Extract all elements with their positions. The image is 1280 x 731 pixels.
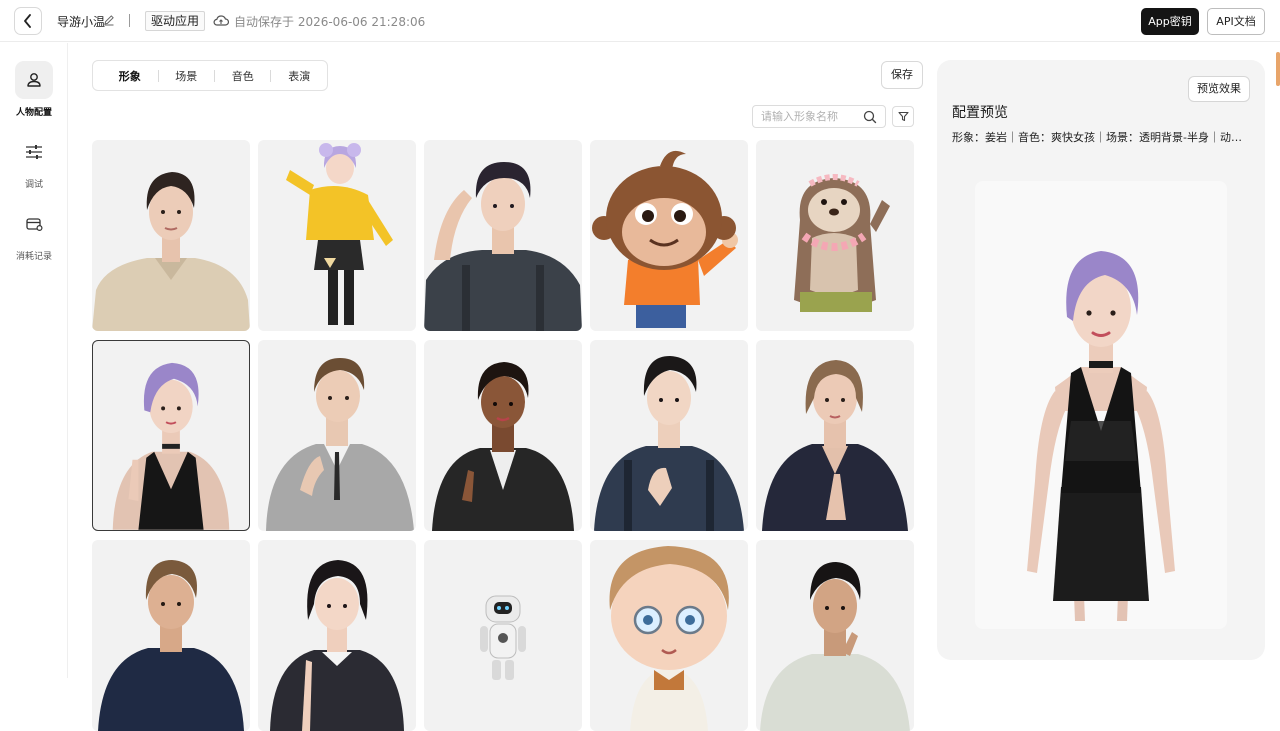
avatar-cartoon-monkey-image (592, 150, 738, 328)
avatar-card[interactable] (590, 140, 748, 331)
panel-title: 配置预览 (952, 105, 1008, 121)
avatar-card[interactable] (424, 540, 582, 731)
mode-tag: 驱动应用 (145, 11, 206, 31)
search-icon[interactable] (863, 110, 877, 124)
avatar-card[interactable] (424, 340, 582, 531)
avatar-card[interactable] (92, 540, 250, 731)
pencil-icon[interactable] (103, 14, 115, 26)
avatar-woman-short-black-hair-image (270, 560, 404, 731)
api-doc-button[interactable]: API文档 (1207, 8, 1265, 35)
avatar-card[interactable] (92, 140, 250, 331)
avatar-woman-navy-blazer-image (762, 360, 908, 531)
sliders-icon (26, 145, 42, 159)
avatar-card[interactable] (258, 140, 416, 331)
tab-performance[interactable]: 表演 (271, 68, 327, 84)
app-key-button[interactable]: App密钥 (1141, 8, 1199, 35)
avatar-card-selected[interactable] (92, 340, 250, 531)
cloud-icon (213, 15, 229, 26)
sidebar-item-label: 调试 (24, 180, 43, 190)
avatar-card[interactable] (756, 140, 914, 331)
tab-voice[interactable]: 音色 (215, 68, 271, 84)
sidebar-item-debug[interactable]: 调试 (0, 133, 68, 190)
avatar-otter-flower-lei-image (794, 174, 890, 312)
sidebar-item-character-config[interactable]: 人物配置 (0, 61, 68, 118)
avatar-man-navy-shirt-image (98, 560, 244, 731)
avatar-search (752, 105, 886, 128)
filter-icon (897, 111, 909, 122)
avatar-anime-girl-yellow-jacket-image (286, 143, 393, 325)
avatar-preview-image (1027, 251, 1175, 621)
avatar-curly-hair-man-overalls-image (424, 162, 582, 331)
autosave-status: 自动保存于 2026-06-06 21:28:06 (234, 15, 426, 29)
sidebar: 人物配置 调试 消耗记录 (0, 43, 68, 678)
category-tabs: 形象 场景 音色 表演 (92, 60, 328, 91)
avatar-robot-image (480, 595, 526, 680)
filter-button[interactable] (892, 106, 914, 127)
chevron-left-icon (24, 14, 31, 28)
avatar-card[interactable] (258, 540, 416, 731)
tab-scene[interactable]: 场景 (158, 68, 214, 84)
avatar-card[interactable] (258, 340, 416, 531)
avatar-beige-sweater-woman-image (92, 172, 250, 331)
avatar-man-grey-suit-image (266, 358, 414, 531)
wallet-icon (26, 218, 43, 232)
avatar-man-thumbs-up-image (594, 356, 744, 531)
avatar-card[interactable] (756, 340, 914, 531)
app-name: 导游小温 (57, 15, 106, 29)
avatar-card[interactable] (756, 540, 914, 731)
sidebar-item-label: 人物配置 (15, 108, 52, 118)
config-summary: 形象：姜岩｜音色：爽快女孩｜场景：透明背景-半身｜动作... (952, 131, 1252, 144)
avatar-card[interactable] (424, 140, 582, 331)
sidebar-item-label: 消耗记录 (15, 252, 52, 262)
avatar-card[interactable] (590, 540, 748, 731)
avatar-purple-hair-woman-selected-image (112, 362, 230, 530)
tab-avatar[interactable]: 形象 (102, 68, 158, 84)
avatar-cartoon-boy-glasses-image (609, 546, 729, 731)
scrollbar-thumb[interactable] (1276, 52, 1280, 86)
avatar-woman-leather-jacket-image (432, 362, 574, 531)
config-preview-panel: 预览效果 配置预览 形象：姜岩｜音色：爽快女孩｜场景：透明背景-半身｜动作... (937, 60, 1265, 660)
save-button[interactable]: 保存 (881, 61, 923, 89)
person-icon (27, 73, 41, 87)
back-button[interactable] (14, 7, 42, 35)
search-input[interactable] (761, 109, 861, 124)
avatar-card[interactable] (590, 340, 748, 531)
top-bar: 导游小温 驱动应用 自动保存于 2026-06-06 21:28:06 App密… (0, 0, 1280, 42)
avatar-man-light-jacket-image (760, 562, 910, 731)
avatar-preview-stage (975, 181, 1227, 629)
header-divider (129, 14, 130, 27)
sidebar-item-usage-records[interactable]: 消耗记录 (0, 205, 68, 262)
preview-effect-button[interactable]: 预览效果 (1188, 76, 1250, 102)
